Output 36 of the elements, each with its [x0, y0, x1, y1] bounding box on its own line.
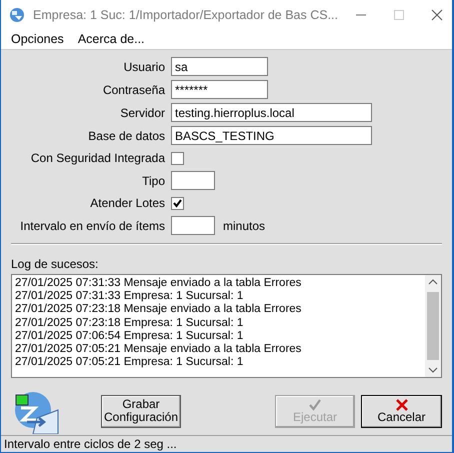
unit-label: minutos [223, 218, 266, 234]
cancel-button[interactable]: Cancelar [361, 394, 442, 428]
input-field[interactable]: sa [171, 57, 268, 76]
log-entry: 27/01/2025 07:31:33 Mensaje enviado a la tabla Errores [15, 277, 302, 290]
checkbox[interactable] [171, 196, 184, 210]
check-icon [309, 398, 321, 410]
log-entry: 27/01/2025 07:05:21 Empresa: 1 Sucursal: 1 [15, 356, 244, 370]
save-config-button[interactable]: Grabar Configuración [101, 394, 181, 428]
field-label: Servidor [119, 104, 165, 122]
field-label: Tipo [141, 172, 165, 190]
input-field[interactable]: BASCS_TESTING [171, 126, 372, 145]
scrollbar[interactable] [425, 275, 441, 377]
field-label: Contraseña [102, 82, 165, 98]
log-label: Log de sucesos: [11, 257, 98, 271]
close-icon[interactable] [431, 9, 444, 21]
window-title: Empresa: 1 Suc: 1/Importador/Exportador de Bas CS... [33, 6, 338, 24]
checkbox[interactable] [171, 152, 184, 164]
close-icon [396, 398, 408, 410]
log-entry: 27/01/2025 07:05:21 Mensaje enviado a la tabla Errores [15, 343, 302, 356]
field-label: Usuario [122, 58, 165, 76]
log-entry: 27/01/2025 07:31:33 Empresa: 1 Sucursal: 1 [15, 290, 244, 304]
field-label: Base de datos [87, 128, 165, 144]
field-label: Intervalo en envío de ítems [19, 218, 165, 234]
log-entry: 27/01/2025 07:06:54 Empresa: 1 Sucursal: 1 [15, 330, 244, 344]
status-bar: Intervalo entre ciclos de 2 seg ... [1, 435, 452, 452]
log-entry: 27/01/2025 07:23:18 Empresa: 1 Sucursal: 1 [15, 316, 244, 330]
log-entry: 27/01/2025 07:23:18 Mensaje enviado a la tabla Errores [15, 303, 302, 317]
field-label: Atender Lotes [89, 195, 165, 212]
input-field[interactable] [171, 216, 215, 235]
app-icon [9, 7, 25, 23]
input-field[interactable] [171, 171, 215, 190]
input-field[interactable]: testing.hierroplus.local [171, 103, 372, 122]
menu-item[interactable]: Acerca de... [78, 30, 145, 49]
field-label: Con Seguridad Integrada [30, 150, 165, 167]
input-field[interactable]: ******* [171, 80, 268, 99]
menu-item[interactable]: Opciones [11, 30, 64, 49]
